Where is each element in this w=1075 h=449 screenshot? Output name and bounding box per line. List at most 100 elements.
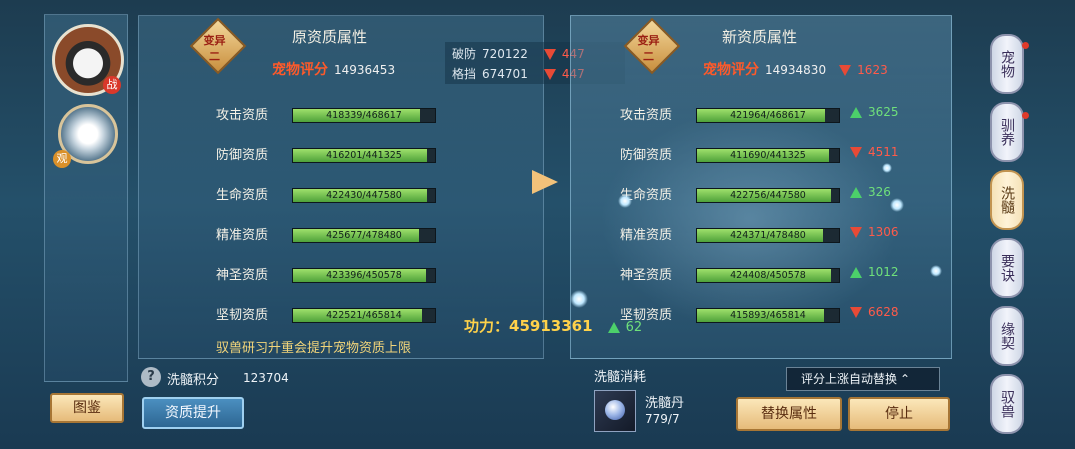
attribute-row: 生命资质 422430/447580 (216, 184, 476, 204)
power-value: 45913361 (509, 317, 593, 335)
down-arrow-icon (839, 65, 852, 76)
badge-text: 变异二 (203, 34, 226, 64)
attribute-delta-value: 3625 (868, 105, 899, 119)
attribute-bar: 424371/478480 (696, 228, 840, 243)
attribute-label: 精准资质 (620, 228, 673, 243)
down-arrow-icon (850, 227, 862, 238)
stop-button[interactable]: 停止 (848, 397, 950, 431)
replace-attributes-button[interactable]: 替换属性 (736, 397, 842, 431)
attribute-row: 精准资质 424371/478480 1306 (620, 224, 920, 244)
attribute-delta: 3625 (850, 105, 899, 119)
attribute-delta-value: 326 (868, 185, 891, 199)
combat-stat-row: 格挡674701447 (452, 65, 585, 82)
light-particle (890, 198, 904, 212)
attribute-value: 411690/441325 (730, 150, 806, 161)
combat-stat-row: 破防720122447 (452, 45, 585, 62)
attribute-bar: 411690/441325 (696, 148, 840, 163)
power-readout: 功力：45913361 62 (464, 315, 642, 336)
attribute-bar: 421964/468617 (696, 108, 840, 123)
down-arrow-icon (850, 147, 862, 158)
attribute-row: 防御资质 416201/441325 (216, 144, 476, 164)
tab-marrow-wash[interactable]: 洗髓 (990, 170, 1024, 230)
marrow-pill-icon (605, 400, 625, 420)
attribute-bar: 416201/441325 (292, 148, 436, 163)
score-label: 宠物评分 (703, 62, 759, 78)
hint-text: 驭兽研习升重会提升宠物资质上限 (216, 341, 412, 356)
light-particle (570, 290, 588, 308)
battle-tag: 战 (103, 76, 121, 94)
attribute-row: 攻击资质 418339/468617 (216, 104, 476, 124)
attribute-bar: 422521/465814 (292, 308, 436, 323)
up-arrow-icon (850, 107, 862, 118)
chevron-up-icon: ⌃ (900, 372, 911, 386)
new-score: 宠物评分 14934830 1623 (703, 59, 888, 79)
combat-stat-label: 破防 (452, 47, 477, 61)
score-value: 14934830 (765, 63, 827, 77)
attribute-row: 坚韧资质 415893/465814 6628 (620, 304, 920, 324)
tab-beast-mastery[interactable]: 驭兽 (990, 374, 1024, 434)
attribute-bar: 415893/465814 (696, 308, 840, 323)
attribute-bar: 424408/450578 (696, 268, 840, 283)
attribute-value: 423396/450578 (326, 270, 402, 281)
attribute-row: 坚韧资质 422521/465814 (216, 304, 476, 324)
power-label: 功力： (464, 317, 510, 335)
tab-pet[interactable]: 宠物 (990, 34, 1024, 94)
attribute-label: 生命资质 (216, 188, 269, 203)
attribute-label: 防御资质 (216, 148, 269, 163)
tab-bond[interactable]: 缘契 (990, 306, 1024, 366)
notification-dot (1022, 42, 1029, 49)
attribute-delta-value: 4511 (868, 145, 899, 159)
attribute-value: 416201/441325 (326, 150, 402, 161)
attribute-delta: 326 (850, 185, 891, 199)
score-delta-value: 1623 (857, 63, 888, 77)
attribute-delta: 4511 (850, 145, 899, 159)
item-name: 洗髓丹 (645, 396, 685, 411)
original-title: 原资质属性 (292, 28, 368, 46)
attribute-value: 422430/447580 (326, 190, 402, 201)
upgrade-button[interactable]: 资质提升 (142, 397, 244, 429)
transfer-arrow (532, 170, 558, 194)
attribute-label: 神圣资质 (620, 268, 673, 283)
attribute-row: 神圣资质 423396/450578 (216, 264, 476, 284)
power-delta: 62 (607, 320, 642, 335)
attribute-value: 422521/465814 (326, 310, 402, 321)
attribute-row: 生命资质 422756/447580 326 (620, 184, 920, 204)
attribute-label: 防御资质 (620, 148, 673, 163)
score-label: 宠物评分 (272, 62, 328, 78)
attribute-value: 424408/450578 (730, 270, 806, 281)
attribute-delta-value: 1306 (868, 225, 899, 239)
attribute-value: 422756/447580 (730, 190, 806, 201)
notification-dot (1022, 112, 1029, 119)
tab-secrets[interactable]: 要诀 (990, 238, 1024, 298)
attribute-label: 神圣资质 (216, 268, 269, 283)
attribute-label: 攻击资质 (216, 108, 269, 123)
attribute-label: 坚韧资质 (216, 308, 269, 323)
original-score: 宠物评分 14936453 (272, 59, 395, 79)
light-particle (930, 265, 942, 277)
auto-replace-label: 评分上涨自动替换 (801, 372, 898, 386)
new-title: 新资质属性 (722, 28, 798, 46)
attribute-value: 425677/478480 (326, 230, 402, 241)
light-particle (882, 163, 892, 173)
attribute-bar: 423396/450578 (292, 268, 436, 283)
consume-label: 洗髓消耗 (594, 370, 647, 385)
attribute-delta: 1306 (850, 225, 899, 239)
combat-stat-value: 674701 (482, 67, 528, 81)
points-label: 洗髓积分 (167, 373, 220, 388)
down-arrow-icon (850, 307, 862, 318)
attribute-label: 攻击资质 (620, 108, 673, 123)
help-icon[interactable]: ? (141, 367, 161, 387)
item-slot[interactable] (594, 390, 636, 432)
auto-replace-select[interactable]: 评分上涨自动替换 ⌃ (786, 367, 940, 391)
score-value: 14936453 (334, 63, 396, 77)
atlas-button[interactable]: 图鉴 (50, 393, 124, 423)
combat-stat-value: 720122 (482, 47, 528, 61)
up-arrow-icon (607, 322, 620, 333)
attribute-row: 神圣资质 424408/450578 1012 (620, 264, 920, 284)
tab-taming[interactable]: 驯养 (990, 102, 1024, 162)
attribute-bar: 422430/447580 (292, 188, 436, 203)
attribute-bar: 422756/447580 (696, 188, 840, 203)
combat-stat-label: 格挡 (452, 67, 477, 81)
down-arrow-icon (543, 69, 556, 80)
score-delta: 1623 (839, 63, 888, 77)
